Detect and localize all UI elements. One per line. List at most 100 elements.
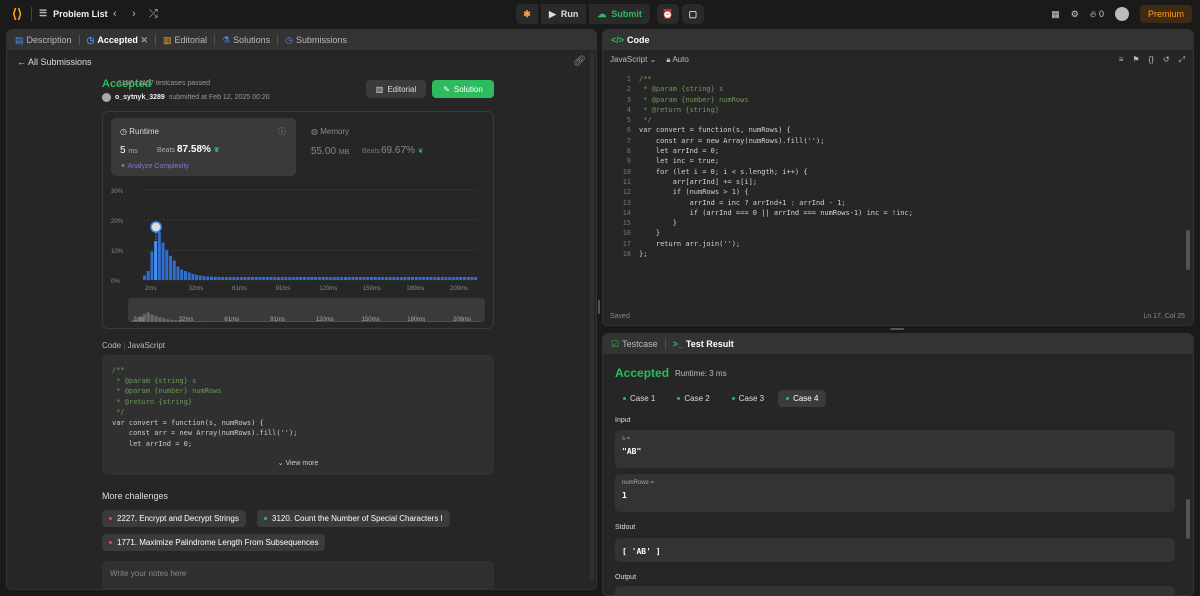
- case-tab-3[interactable]: Case 3: [724, 390, 772, 407]
- chart-bar: [407, 277, 411, 280]
- chart-bar: [247, 277, 251, 280]
- overview-bar: [197, 321, 201, 322]
- chart-bar: [303, 277, 306, 280]
- analyze-complexity-link[interactable]: ✦ Analyze Complexity: [120, 162, 189, 170]
- description-icon: ▤: [15, 34, 24, 45]
- case-tab-2[interactable]: Case 2: [669, 390, 717, 407]
- tab-description[interactable]: ▤ Description: [15, 35, 72, 46]
- code-line[interactable]: for (let i = 0; i < s.length; i++) {: [639, 167, 913, 177]
- close-tab-icon[interactable]: ✕: [140, 35, 148, 45]
- shuffle-icon[interactable]: ⤮: [149, 8, 158, 21]
- overview-bar: [302, 321, 306, 322]
- fullscreen-icon[interactable]: ⤢: [1179, 55, 1185, 65]
- code-panel-header: </> Code: [603, 30, 1193, 50]
- username[interactable]: o_sytnyk_3289: [115, 94, 165, 101]
- chart-bar: [154, 241, 158, 280]
- code-line[interactable]: return arr.join('');: [639, 239, 913, 249]
- code-line[interactable]: const arr = new Array(numRows).fill('');: [639, 136, 913, 146]
- tab-testcase[interactable]: ☑ Testcase: [611, 339, 658, 350]
- runtime-distribution-chart[interactable]: 30% 20% 10% 0% 2ms 32ms 61ms 91ms 120ms 150ms 180m…: [103, 180, 495, 330]
- tab-submissions[interactable]: ◷ Submissions: [285, 35, 347, 46]
- code-line[interactable]: * @param {string} s: [639, 84, 913, 94]
- code-line[interactable]: arrInd = inc ? arrInd+1 : arrInd - 1;: [639, 198, 913, 208]
- overview-bar: [391, 321, 395, 322]
- code-line[interactable]: let inc = true;: [639, 156, 913, 166]
- tab-editorial[interactable]: ▥ Editorial: [163, 35, 207, 46]
- code-line[interactable]: if (arrInd === 0 || arrInd === numRows-1…: [639, 208, 913, 218]
- overview-tick-label: 2ms: [133, 317, 144, 323]
- challenge-chip[interactable]: 3120. Count the Number of Special Charac…: [257, 510, 450, 527]
- editorial-button[interactable]: ▥ Editorial: [366, 80, 426, 98]
- next-problem-icon[interactable]: ›: [132, 8, 136, 20]
- case-tab-4[interactable]: Case 4: [778, 390, 827, 407]
- code-line[interactable]: if (numRows > 1) {: [639, 187, 913, 197]
- code-editor[interactable]: 1 2 3 4 5 6 7 8 9 10 11 12 13 14 15 16 17 18 /** * @param…: [603, 74, 1193, 304]
- settings-icon[interactable]: ⚙: [1071, 9, 1079, 20]
- runtime-card[interactable]: ◷ Runtime ⓘ 5 ms Beats 87.58% ❦ ✦ Analyz…: [111, 118, 296, 176]
- solution-button[interactable]: ✎ Solution: [432, 80, 494, 98]
- memory-label[interactable]: ◍ Memory: [311, 127, 349, 136]
- code-line[interactable]: /**: [639, 74, 913, 84]
- all-submissions-link[interactable]: ← All Submissions: [17, 57, 92, 67]
- problem-list-button[interactable]: ☰ Problem List: [39, 8, 108, 19]
- auto-mode[interactable]: 🔒︎ Auto: [666, 55, 689, 65]
- format-icon[interactable]: ≡: [1119, 55, 1124, 65]
- tab-code[interactable]: </> Code: [611, 35, 650, 45]
- bookmark-icon[interactable]: ⚑: [1132, 55, 1139, 65]
- prev-problem-icon[interactable]: ‹: [113, 8, 117, 20]
- submit-button[interactable]: ☁ Submit: [589, 4, 650, 24]
- code-line[interactable]: }: [639, 228, 913, 238]
- code-line[interactable]: var convert = function(s, numRows) {: [639, 125, 913, 135]
- debug-button[interactable]: ✱: [516, 4, 538, 24]
- overview-bar: [442, 321, 446, 322]
- horizontal-splitter[interactable]: [890, 328, 904, 330]
- scrollbar[interactable]: [1186, 499, 1190, 539]
- notes-input[interactable]: Write your notes here: [102, 561, 494, 589]
- timer-button[interactable]: ⏰: [656, 4, 679, 24]
- challenge-chip[interactable]: 2227. Encrypt and Decrypt Strings: [102, 510, 246, 527]
- streak-counter[interactable]: 🔥︎ 0: [1090, 9, 1104, 20]
- chart-bar: [377, 277, 381, 280]
- avatar[interactable]: [1114, 7, 1129, 21]
- code-line[interactable]: let arrInd = 0;: [639, 146, 913, 156]
- overview-bar: [309, 321, 314, 322]
- run-button[interactable]: ▶ Run: [541, 4, 587, 24]
- premium-button[interactable]: Premium: [1139, 5, 1192, 23]
- code-line[interactable]: * @return {string}: [639, 105, 913, 115]
- view-more-button[interactable]: ⌄ View more: [102, 459, 494, 470]
- tab-test-result[interactable]: >_ Test Result: [673, 339, 734, 349]
- code-line[interactable]: }: [639, 218, 913, 228]
- notes-button[interactable]: ▢: [681, 4, 704, 24]
- line-number: 3: [626, 95, 631, 104]
- chart-bar: [232, 277, 236, 280]
- tab-solutions[interactable]: ⚗ Solutions: [222, 35, 270, 46]
- chart-bar: [358, 277, 362, 280]
- leetcode-logo[interactable]: ⟨⟩: [12, 7, 26, 21]
- language-select[interactable]: JavaScript ⌄: [610, 55, 656, 65]
- reset-icon[interactable]: ↺: [1163, 55, 1170, 65]
- code-line[interactable]: * @param {number} numRows: [639, 95, 913, 105]
- braces-icon[interactable]: {}: [1149, 55, 1154, 65]
- code-line[interactable]: */: [639, 115, 913, 125]
- overview-bar: [294, 321, 298, 322]
- overview-tick-label: 150ms: [362, 317, 380, 323]
- scrollbar[interactable]: [1186, 230, 1190, 270]
- tab-accepted[interactable]: ◷ Accepted ✕: [87, 35, 148, 46]
- chart-bar: [451, 277, 455, 280]
- case-tab-1[interactable]: Case 1: [615, 390, 663, 407]
- layout-icon[interactable]: ▦: [1051, 9, 1060, 20]
- scrollbar[interactable]: [590, 52, 594, 582]
- share-link-icon[interactable]: 🔗︎: [573, 56, 586, 67]
- vertical-splitter[interactable]: [598, 300, 600, 314]
- code-lines[interactable]: /** * @param {string} s * @param {number…: [639, 74, 913, 259]
- code-line[interactable]: };: [639, 249, 913, 259]
- code-line[interactable]: arr[arrInd] += s[i];: [639, 177, 913, 187]
- challenge-chip[interactable]: 1771. Maximize Palindrome Length From Su…: [102, 534, 326, 551]
- chart-bar: [384, 277, 388, 280]
- info-icon[interactable]: ⓘ: [278, 126, 286, 137]
- chart-bar: [437, 277, 440, 280]
- chart-bar: [221, 277, 225, 280]
- overview-bar: [290, 321, 294, 322]
- code-line: * @param {number} numRows: [112, 387, 222, 395]
- line-number: 14: [622, 208, 631, 217]
